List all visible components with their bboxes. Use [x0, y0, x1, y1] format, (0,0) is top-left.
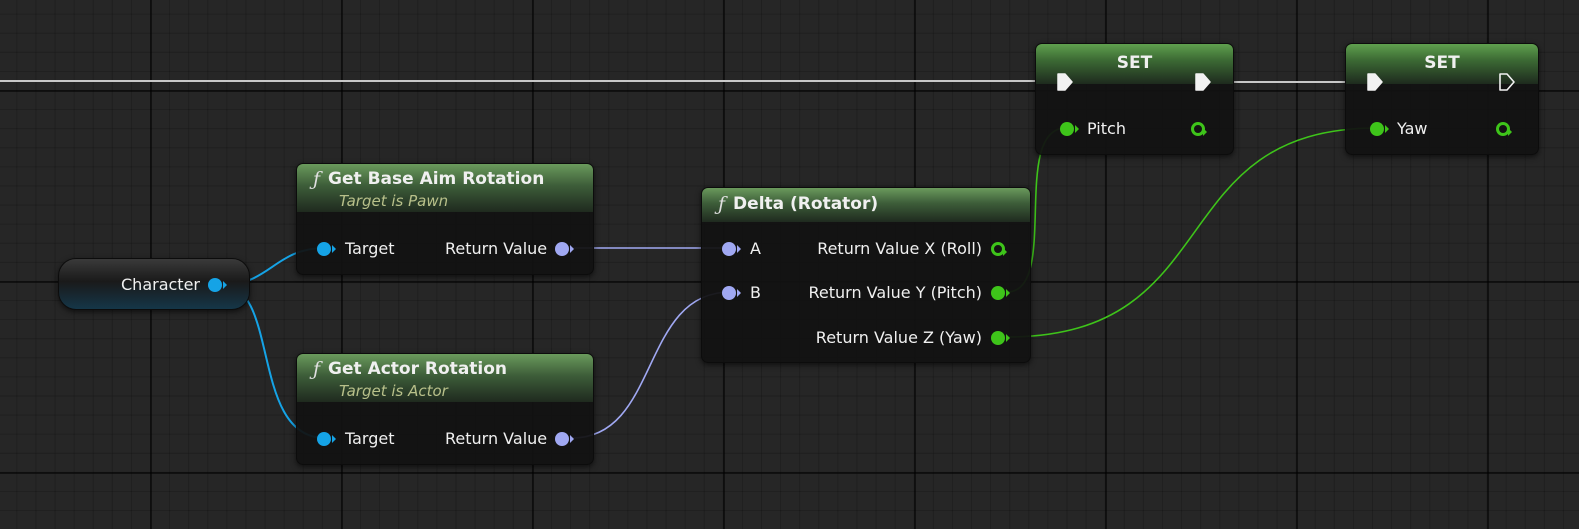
- exec-pin-icon[interactable]: [1194, 72, 1212, 92]
- yaw-label: Yaw: [1397, 119, 1428, 138]
- yaw-output-pin-icon[interactable]: [1496, 122, 1512, 136]
- character-label: Character: [121, 275, 200, 294]
- node-header: ƒ Get Base Aim Rotation Target is Pawn: [297, 164, 593, 212]
- set-pitch-node[interactable]: SET Pitch: [1035, 43, 1234, 155]
- exec-pin-icon[interactable]: [1498, 72, 1516, 92]
- output-yaw-label: Return Value Z (Yaw): [815, 328, 982, 347]
- output-pitch-label: Return Value Y (Pitch): [808, 283, 983, 302]
- target-pin-icon[interactable]: [317, 432, 336, 446]
- exec-pin-icon[interactable]: [1366, 72, 1384, 92]
- get-base-aim-rotation-node[interactable]: ƒ Get Base Aim Rotation Target is Pawn T…: [296, 163, 594, 275]
- output-yaw-pin-icon[interactable]: [991, 331, 1010, 345]
- return-value-pin-icon[interactable]: [555, 432, 574, 446]
- output-roll-pin-icon[interactable]: [991, 242, 1007, 256]
- node-title: Get Actor Rotation: [328, 359, 508, 379]
- return-value-pin-icon[interactable]: [555, 242, 574, 256]
- function-icon: ƒ: [718, 193, 726, 215]
- target-pin-label: Target: [345, 429, 395, 448]
- node-title: Get Base Aim Rotation: [328, 169, 545, 189]
- node-subtitle: Target is Actor: [339, 382, 448, 400]
- node-title: SET: [1116, 53, 1153, 73]
- input-b-pin-icon[interactable]: [722, 286, 741, 300]
- target-pin-label: Target: [345, 239, 395, 258]
- exec-pin-icon[interactable]: [1056, 72, 1074, 92]
- node-header: ƒ Get Actor Rotation Target is Actor: [297, 354, 593, 402]
- return-value-pin-label: Return Value: [445, 429, 548, 448]
- function-icon: ƒ: [313, 358, 321, 380]
- input-b-label: B: [750, 283, 761, 302]
- function-icon: ƒ: [313, 168, 321, 190]
- pitch-output-pin-icon[interactable]: [1191, 122, 1207, 136]
- output-pitch-pin-icon[interactable]: [991, 286, 1010, 300]
- input-a-pin-icon[interactable]: [722, 242, 741, 256]
- delta-rotator-node[interactable]: ƒ Delta (Rotator) A B Return Value X (Ro…: [701, 187, 1031, 363]
- wire-yaw-to-set-yaw[interactable]: [1006, 127, 1378, 338]
- target-pin-icon[interactable]: [317, 242, 336, 256]
- character-output-pin-icon[interactable]: [208, 278, 227, 292]
- input-a-label: A: [750, 239, 761, 258]
- node-title: SET: [1424, 53, 1460, 73]
- yaw-input-pin-icon[interactable]: [1370, 122, 1389, 136]
- set-yaw-node[interactable]: SET Yaw: [1345, 43, 1539, 155]
- node-header: ƒ Delta (Rotator): [702, 188, 1030, 222]
- output-roll-label: Return Value X (Roll): [817, 239, 982, 258]
- character-variable-node[interactable]: Character: [58, 258, 250, 310]
- get-actor-rotation-node[interactable]: ƒ Get Actor Rotation Target is Actor Tar…: [296, 353, 594, 465]
- node-title: Delta (Rotator): [733, 194, 879, 214]
- pitch-label: Pitch: [1087, 119, 1126, 138]
- node-subtitle: Target is Pawn: [339, 192, 449, 210]
- return-value-pin-label: Return Value: [445, 239, 548, 258]
- pitch-input-pin-icon[interactable]: [1060, 122, 1079, 136]
